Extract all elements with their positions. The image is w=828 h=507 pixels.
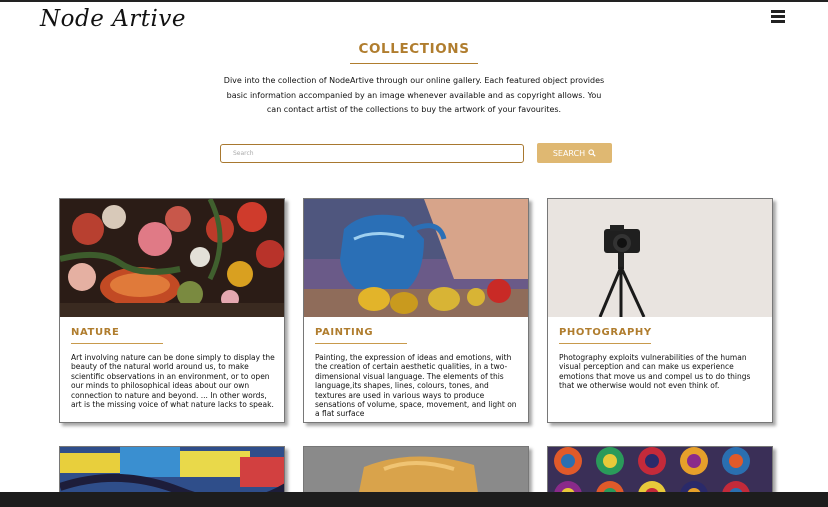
- card-title: NATURE: [71, 327, 120, 338]
- search-input[interactable]: [220, 144, 524, 163]
- site-logo[interactable]: Node Artive: [40, 6, 186, 32]
- intro-text: Dive into the collection of NodeArtive t…: [210, 74, 618, 118]
- intro-line: basic information accompanied by an imag…: [226, 90, 602, 100]
- collection-card-nature[interactable]: NATURE Art involving nature can be done …: [59, 198, 285, 423]
- search-button[interactable]: SEARCH: [537, 143, 612, 163]
- card-description: Photography exploits vulnerabilities of …: [559, 353, 751, 391]
- title-underline: [71, 343, 163, 344]
- collection-card-photography[interactable]: PHOTOGRAPHY Photography exploits vulnera…: [547, 198, 773, 423]
- collection-card-painting[interactable]: PAINTING Painting, the expression of ide…: [303, 198, 529, 423]
- search-icon: [588, 149, 596, 157]
- bottom-bar: [0, 492, 828, 507]
- card-title: PHOTOGRAPHY: [559, 327, 652, 338]
- intro-line: Dive into the collection of NodeArtive t…: [223, 76, 605, 85]
- hamburger-icon[interactable]: [771, 10, 785, 23]
- painting-image: [304, 199, 528, 317]
- title-underline: [559, 343, 651, 344]
- page-title-wrap: COLLECTIONS: [0, 38, 828, 64]
- intro-line: can contact artist of the collections to…: [266, 105, 562, 114]
- search-button-label: SEARCH: [552, 148, 586, 158]
- card-description: Painting, the expression of ideas and em…: [315, 353, 517, 419]
- page-title: COLLECTIONS: [350, 41, 478, 64]
- photography-image: [548, 199, 772, 317]
- nature-image: [60, 199, 284, 317]
- card-title: PAINTING: [315, 327, 374, 338]
- card-description: Art involving nature can be done simply …: [71, 353, 275, 410]
- title-underline: [315, 343, 407, 344]
- top-border: [0, 0, 828, 2]
